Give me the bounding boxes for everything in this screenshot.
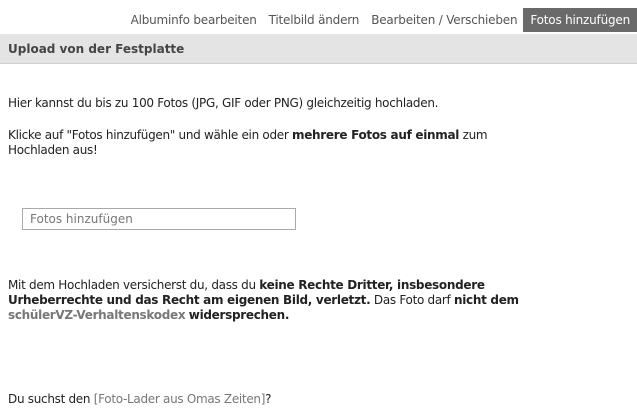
legal-bold2: nicht dem <box>453 293 519 307</box>
legal-part1: Mit dem Hochladen versicherst du, dass d… <box>8 278 260 292</box>
instruction-pre: Klicke auf "Fotos hinzufügen" und wähle … <box>8 128 292 142</box>
add-photos-field[interactable]: Fotos hinzufügen <box>22 208 296 230</box>
tab-titelbild-aendern[interactable]: Titelbild ändern <box>263 8 366 32</box>
legacy-uploader-link[interactable]: Foto-Lader aus Omas Zeiten <box>98 392 261 406</box>
legal-bold3: widersprechen. <box>188 308 290 322</box>
tab-bar: Albuminfo bearbeiten Titelbild ändern Be… <box>125 8 637 32</box>
footer-text: Du suchst den [Foto-Lader aus Omas Zeite… <box>8 392 272 407</box>
tab-bearbeiten-verschieben[interactable]: Bearbeiten / Verschieben <box>365 8 523 32</box>
instruction-text: Klicke auf "Fotos hinzufügen" und wähle … <box>8 128 528 158</box>
instruction-bold: mehrere Fotos auf einmal <box>292 128 460 142</box>
section-title: Upload von der Festplatte <box>8 41 185 56</box>
legal-part2: Das Foto darf <box>370 293 454 307</box>
tab-fotos-hinzufuegen[interactable]: Fotos hinzufügen <box>523 8 637 32</box>
footer-post: ? <box>265 392 272 406</box>
section-header: Upload von der Festplatte <box>0 34 637 64</box>
legal-text: Mit dem Hochladen versicherst du, dass d… <box>8 278 528 323</box>
footer-pre: Du suchst den <box>8 392 94 406</box>
tab-albuminfo-bearbeiten[interactable]: Albuminfo bearbeiten <box>125 8 263 32</box>
code-of-conduct-link[interactable]: schülerVZ-Verhaltenskodex <box>8 308 186 322</box>
intro-text: Hier kannst du bis zu 100 Fotos (JPG, GI… <box>8 96 439 110</box>
